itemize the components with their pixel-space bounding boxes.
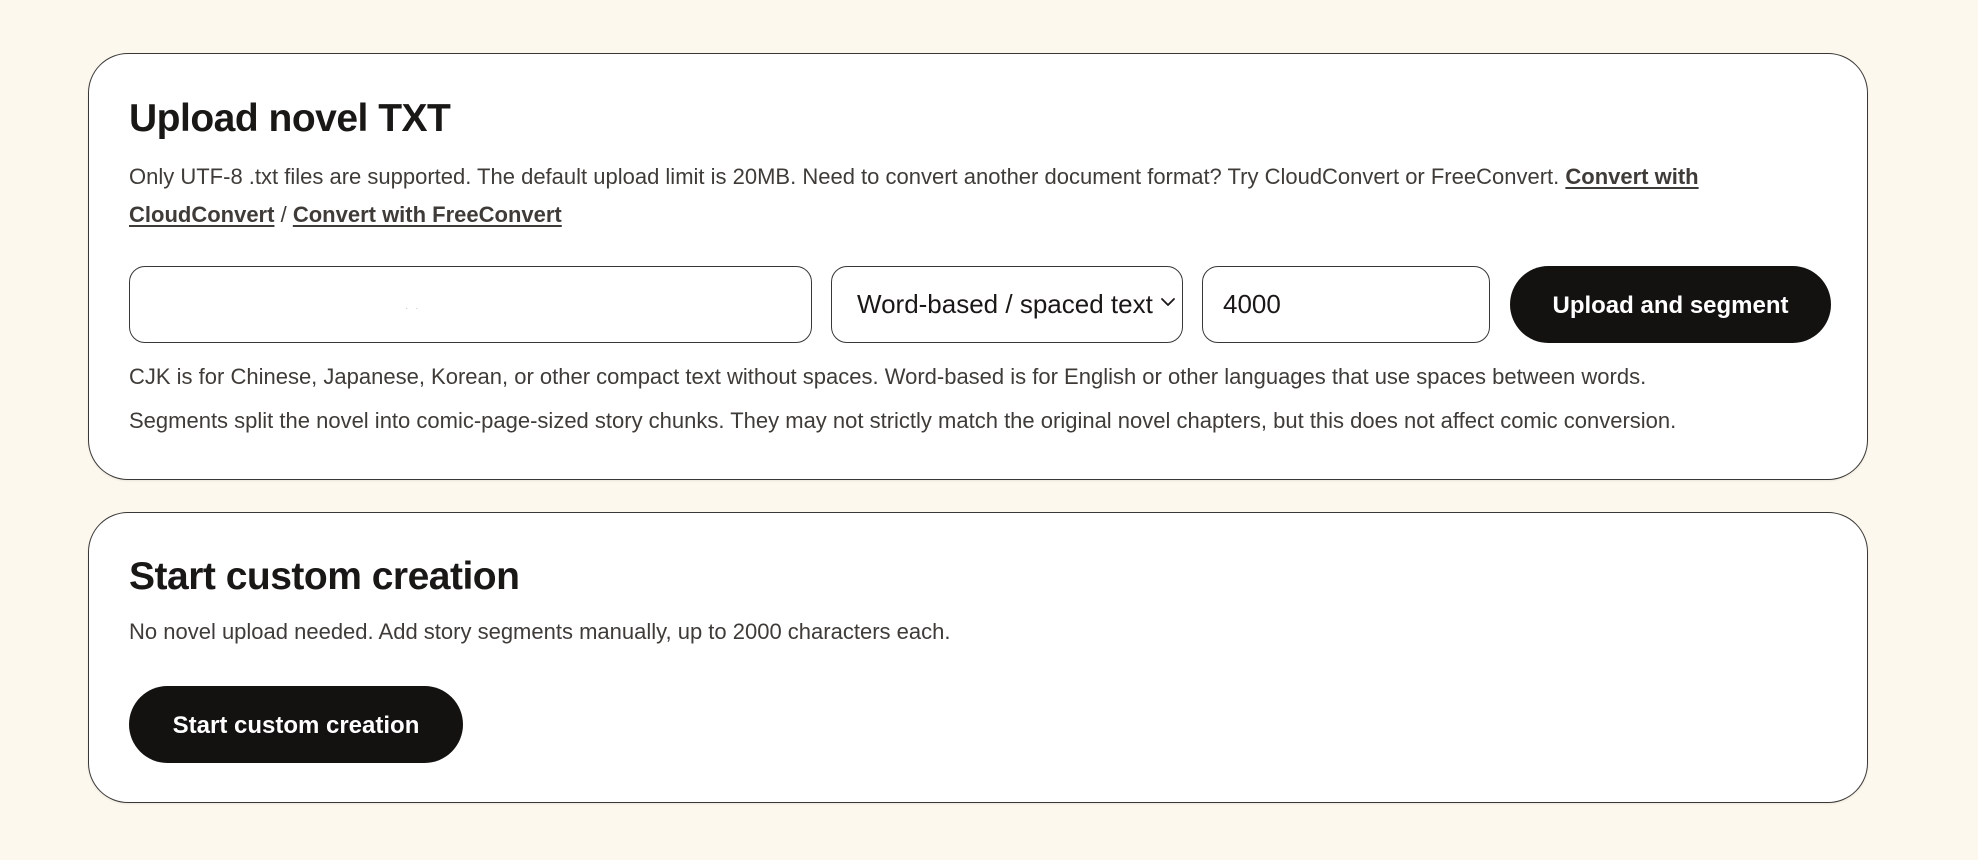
upload-and-segment-button[interactable]: Upload and segment bbox=[1510, 266, 1831, 343]
file-picker-input[interactable]: · · bbox=[129, 266, 812, 343]
chevron-down-icon bbox=[1161, 298, 1175, 306]
text-mode-selected-value: Word-based / spaced text bbox=[857, 289, 1153, 319]
start-custom-creation-button[interactable]: Start custom creation bbox=[129, 686, 463, 763]
custom-creation-card: Start custom creation No novel upload ne… bbox=[88, 512, 1868, 803]
link-separator: / bbox=[280, 202, 287, 227]
upload-novel-card: Upload novel TXT Only UTF-8 .txt files a… bbox=[88, 53, 1868, 480]
convert-freeconvert-link[interactable]: Convert with FreeConvert bbox=[293, 202, 562, 227]
upload-description-text: Only UTF-8 .txt files are supported. The… bbox=[129, 164, 1560, 189]
upload-card-description: Only UTF-8 .txt files are supported. The… bbox=[129, 158, 1809, 234]
custom-card-description: No novel upload needed. Add story segmen… bbox=[129, 619, 951, 644]
text-mode-select[interactable]: Word-based / spaced text bbox=[831, 266, 1183, 343]
cjk-hint-text: CJK is for Chinese, Japanese, Korean, or… bbox=[129, 364, 1647, 389]
segment-size-input[interactable] bbox=[1202, 266, 1490, 343]
segments-hint-text: Segments split the novel into comic-page… bbox=[129, 408, 1677, 433]
custom-card-title: Start custom creation bbox=[129, 555, 520, 598]
file-input-value: · · bbox=[405, 303, 421, 314]
upload-card-title: Upload novel TXT bbox=[129, 97, 451, 140]
